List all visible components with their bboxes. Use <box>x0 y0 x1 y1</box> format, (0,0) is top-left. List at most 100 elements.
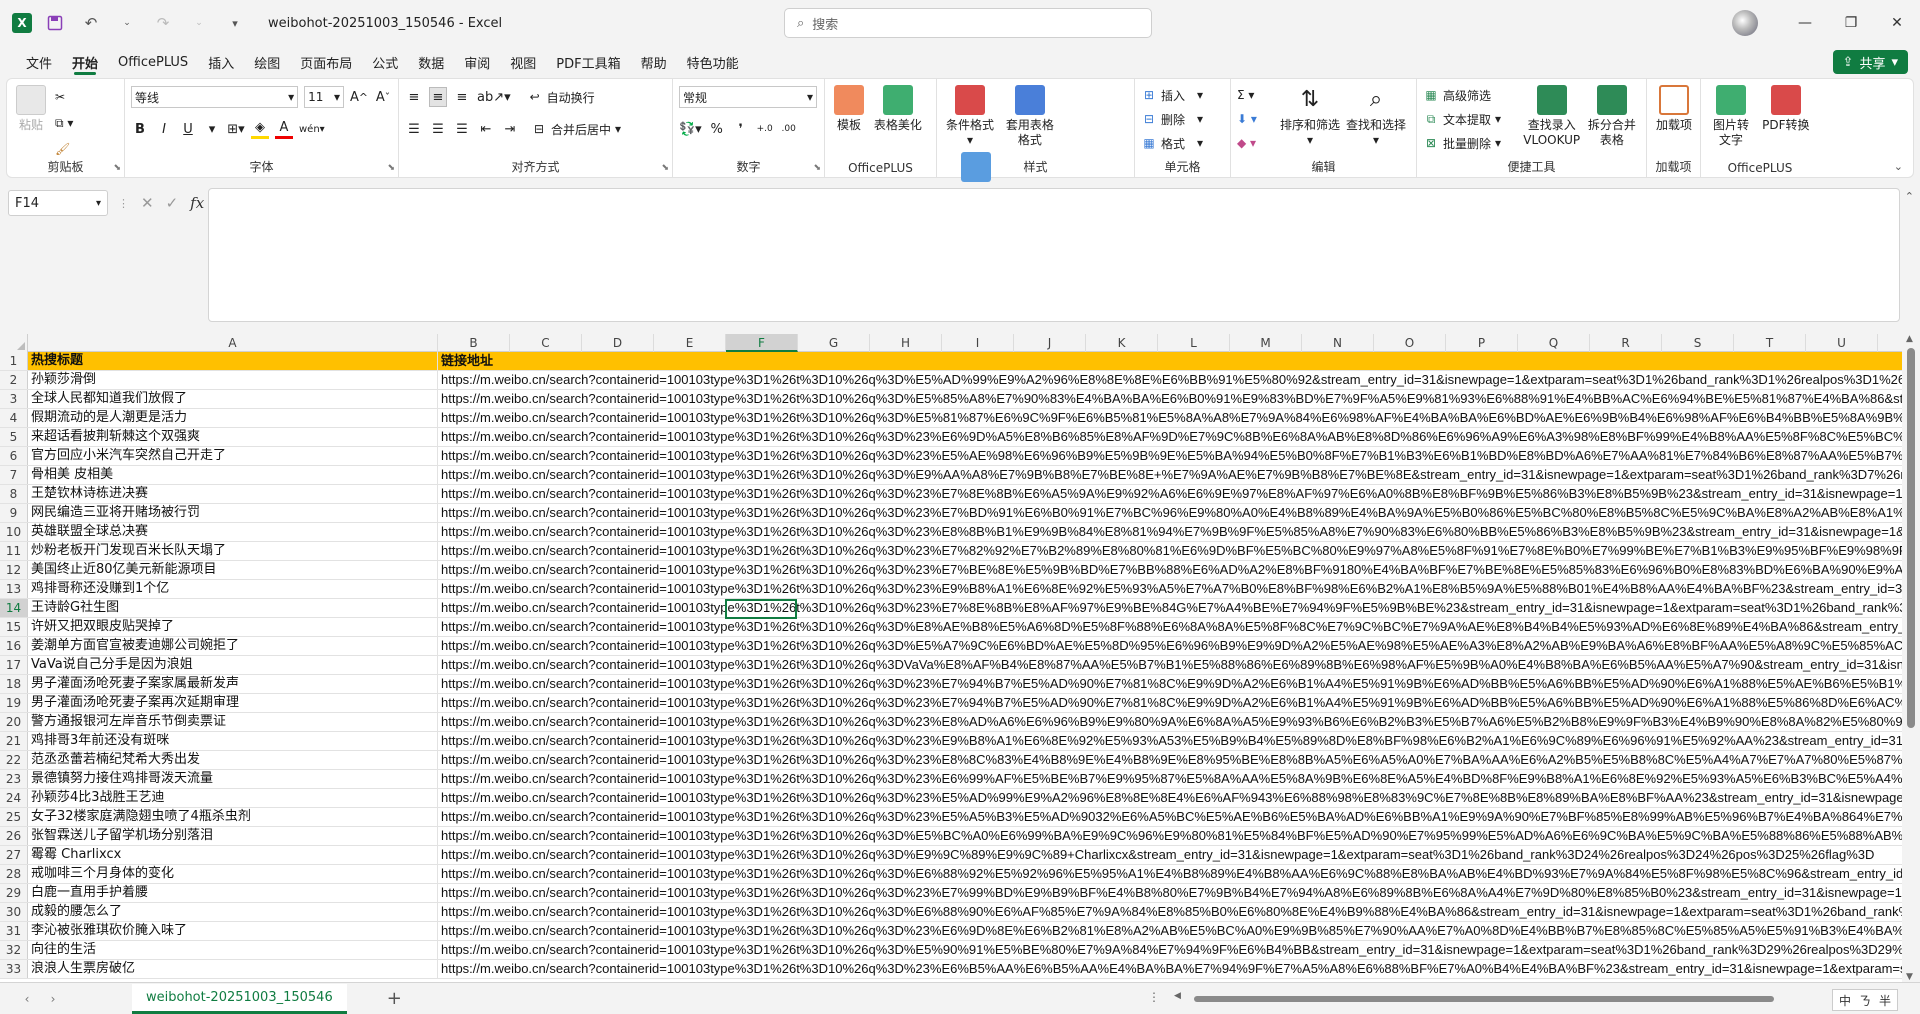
font-color-icon[interactable]: A <box>275 119 293 139</box>
percent-button[interactable]: % <box>708 119 726 139</box>
cell-link[interactable]: https://m.weibo.cn/search?containerid=10… <box>438 675 1920 693</box>
column-header-k[interactable]: K <box>1086 334 1158 352</box>
cell-link[interactable]: https://m.weibo.cn/search?containerid=10… <box>438 428 1920 446</box>
cell-title[interactable]: 鸡排哥称还没赚到1个亿 <box>28 580 438 598</box>
row-header[interactable]: 30 <box>0 903 28 921</box>
close-button[interactable]: ✕ <box>1874 0 1920 46</box>
cell-title[interactable]: 警方通报银河左岸音乐节倒卖票证 <box>28 713 438 731</box>
align-center-icon[interactable]: ☰ <box>429 119 447 139</box>
comma-icon[interactable]: ❜ <box>732 119 750 139</box>
prev-sheet-icon[interactable]: ‹ <box>14 992 40 1006</box>
cell-link[interactable]: https://m.weibo.cn/search?containerid=10… <box>438 504 1920 522</box>
clear-icon[interactable]: ◆ ▾ <box>1237 131 1277 155</box>
undo-icon[interactable]: ↶ <box>78 10 104 36</box>
cell-title[interactable]: 姜潮单方面官宣被麦迪娜公司婉拒了 <box>28 637 438 655</box>
name-box[interactable]: F14 ▾ <box>8 190 108 216</box>
select-all-button[interactable] <box>0 334 28 352</box>
currency-icon[interactable]: 💱▾ <box>679 119 702 139</box>
avatar[interactable] <box>1732 10 1758 36</box>
cell-title[interactable]: 张智霖送儿子留学机场分别落泪 <box>28 827 438 845</box>
sort-filter-button[interactable]: ⇅ 排序和筛选 ▾ <box>1280 85 1340 153</box>
cell-link[interactable]: https://m.weibo.cn/search?containerid=10… <box>438 409 1920 427</box>
column-header-g[interactable]: G <box>798 334 870 352</box>
row-header[interactable]: 22 <box>0 751 28 769</box>
cell-title[interactable]: 王楚钦林诗栋进决赛 <box>28 485 438 503</box>
insert-cells-button[interactable]: ⊞ 插入 ▾ <box>1141 83 1224 107</box>
format-cells-button[interactable]: ▦ 格式 ▾ <box>1141 131 1224 155</box>
decrease-decimal-icon[interactable]: .00 <box>780 119 798 139</box>
column-header-a[interactable]: A <box>28 334 438 352</box>
row-header[interactable]: 20 <box>0 713 28 731</box>
bold-button[interactable]: B <box>131 119 149 139</box>
delete-cells-button[interactable]: ⊟ 删除 ▾ <box>1141 107 1224 131</box>
cell-link[interactable]: https://m.weibo.cn/search?containerid=10… <box>438 941 1920 959</box>
cell-link[interactable]: https://m.weibo.cn/search?containerid=10… <box>438 827 1920 845</box>
row-header[interactable]: 13 <box>0 580 28 598</box>
column-header-i[interactable]: I <box>942 334 1014 352</box>
row-header[interactable]: 14 <box>0 599 28 617</box>
row-header[interactable]: 12 <box>0 561 28 579</box>
column-header-f[interactable]: F <box>726 334 798 352</box>
row-header[interactable]: 33 <box>0 960 28 978</box>
cell-link[interactable]: https://m.weibo.cn/search?containerid=10… <box>438 865 1920 883</box>
scroll-down-icon[interactable]: ▼ <box>1906 972 1913 982</box>
column-header-l[interactable]: L <box>1158 334 1230 352</box>
tab-formulas[interactable]: 公式 <box>362 48 408 76</box>
share-button[interactable]: ⇪ 共享 ▾ <box>1832 50 1908 74</box>
split-merge-button[interactable]: 拆分合并表格 <box>1587 85 1637 153</box>
row-header[interactable]: 8 <box>0 485 28 503</box>
cell-title[interactable]: 白鹿一直用手护着腰 <box>28 884 438 902</box>
image-to-text-button[interactable]: 图片转文字 <box>1710 85 1752 148</box>
column-header-t[interactable]: T <box>1734 334 1806 352</box>
cell-link[interactable]: https://m.weibo.cn/search?containerid=10… <box>438 732 1920 750</box>
column-header-s[interactable]: S <box>1662 334 1734 352</box>
horizontal-scrollbar[interactable]: ◀ <box>1174 991 1814 1004</box>
tab-features[interactable]: 特色功能 <box>677 48 749 76</box>
italic-button[interactable]: I <box>155 119 173 139</box>
vlookup-button[interactable]: 查找录入VLOOKUP <box>1523 85 1581 153</box>
row-header[interactable]: 29 <box>0 884 28 902</box>
cell-title[interactable]: 官方回应小米汽车突然自己开走了 <box>28 447 438 465</box>
cell-link[interactable]: 链接地址 <box>438 352 1920 370</box>
cell-title[interactable]: 成毅的腰怎么了 <box>28 903 438 921</box>
row-header[interactable]: 16 <box>0 637 28 655</box>
worksheet[interactable]: A B C D E F G H I J K L M N O P Q R S T … <box>0 334 1920 982</box>
minimize-button[interactable]: — <box>1782 0 1828 46</box>
text-extract-button[interactable]: ⧉ 文本提取 ▾ <box>1423 107 1520 131</box>
column-header-e[interactable]: E <box>654 334 726 352</box>
row-header[interactable]: 25 <box>0 808 28 826</box>
cell-link[interactable]: https://m.weibo.cn/search?containerid=10… <box>438 960 1920 978</box>
decrease-indent-icon[interactable]: ⇤ <box>477 119 495 139</box>
column-header-h[interactable]: H <box>870 334 942 352</box>
column-header-q[interactable]: Q <box>1518 334 1590 352</box>
cell-title[interactable]: 浪浪人生票房破亿 <box>28 960 438 978</box>
row-header[interactable]: 1 <box>0 352 28 370</box>
cell-title[interactable]: 霉霉 Charlixcx <box>28 846 438 864</box>
launcher-icon[interactable]: ⬊ <box>113 163 121 173</box>
align-middle-icon[interactable]: ≡ <box>429 87 447 107</box>
cell-title[interactable]: 骨相美 皮相美 <box>28 466 438 484</box>
row-header[interactable]: 2 <box>0 371 28 389</box>
row-header[interactable]: 18 <box>0 675 28 693</box>
tab-data[interactable]: 数据 <box>408 48 454 76</box>
tab-file[interactable]: 文件 <box>16 48 62 76</box>
cell-title[interactable]: 来超话看披荆斩棘这个双强爽 <box>28 428 438 446</box>
cell-link[interactable]: https://m.weibo.cn/search?containerid=10… <box>438 808 1920 826</box>
cell-link[interactable]: https://m.weibo.cn/search?containerid=10… <box>438 656 1920 674</box>
increase-indent-icon[interactable]: ⇥ <box>501 119 519 139</box>
tab-pdf-toolbox[interactable]: PDF工具箱 <box>546 48 630 76</box>
wrap-text-button[interactable]: ↩ 自动换行 <box>527 85 595 109</box>
vertical-scrollbar[interactable]: ▲ ▼ <box>1902 334 1920 982</box>
tab-officeplus[interactable]: OfficePLUS <box>108 48 198 76</box>
border-icon[interactable]: ⊞▾ <box>227 119 245 139</box>
cell-title[interactable]: VaVa说自己分手是因为浪姐 <box>28 656 438 674</box>
cell-link[interactable]: https://m.weibo.cn/search?containerid=10… <box>438 561 1920 579</box>
underline-button[interactable]: U <box>179 119 197 139</box>
cell-title[interactable]: 女子32楼家庭满隐翅虫喷了4瓶杀虫剂 <box>28 808 438 826</box>
column-header-n[interactable]: N <box>1302 334 1374 352</box>
scroll-up-icon[interactable]: ▲ <box>1906 334 1913 344</box>
column-header-o[interactable]: O <box>1374 334 1446 352</box>
scroll-thumb[interactable] <box>1907 348 1915 728</box>
row-header[interactable]: 9 <box>0 504 28 522</box>
enter-icon[interactable]: ✓ <box>166 194 179 212</box>
